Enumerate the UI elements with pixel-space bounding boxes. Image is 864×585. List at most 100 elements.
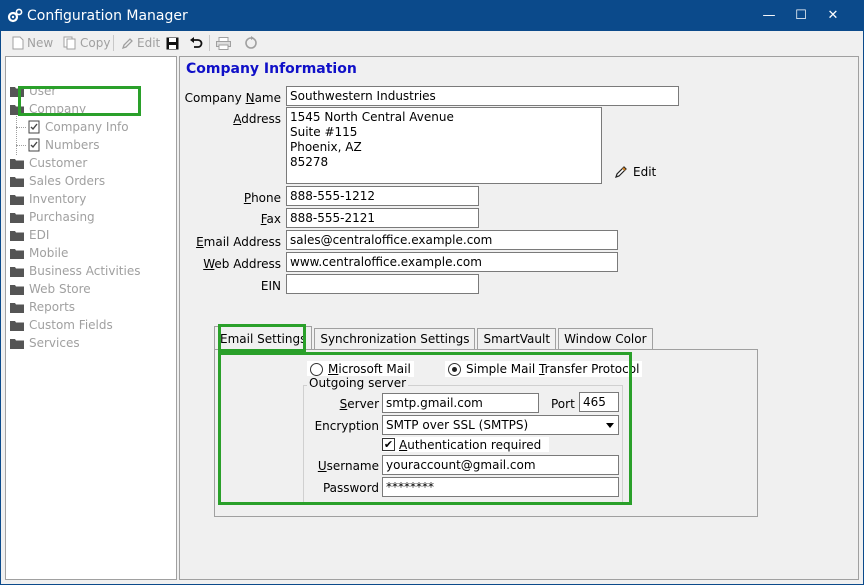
- tree-item-label: Custom Fields: [29, 318, 113, 332]
- edit-button-label: Edit: [137, 36, 161, 50]
- gear-icon: [7, 8, 23, 23]
- folder-icon: [10, 213, 24, 223]
- folder-icon: [10, 267, 24, 277]
- printer-icon: [216, 36, 231, 50]
- folder-icon: [10, 231, 24, 241]
- undo-icon: [190, 36, 203, 48]
- web-address-label: Web Address: [203, 257, 281, 271]
- username-field[interactable]: youraccount@gmail.com: [382, 455, 619, 475]
- tree-item-user[interactable]: User: [10, 82, 56, 100]
- tree-item-label: Company: [29, 102, 87, 116]
- tree-item-label: Purchasing: [29, 210, 95, 224]
- tree-connector: [16, 145, 26, 146]
- tree-connector: [16, 113, 17, 155]
- folder-icon: [10, 87, 24, 97]
- smtp-radio[interactable]: Simple Mail Transfer Protocol: [445, 361, 643, 377]
- toolbar: New Copy Edit: [1, 31, 863, 55]
- edit-button[interactable]: Edit: [121, 33, 160, 53]
- tab-synchronization-settings[interactable]: Synchronization Settings: [314, 328, 476, 350]
- tab-smartvault[interactable]: SmartVault: [477, 328, 557, 350]
- tree-item-label: User: [29, 84, 57, 98]
- email-address-field[interactable]: sales@centraloffice.example.com: [286, 230, 618, 250]
- authentication-required-checkbox[interactable]: ✔ Authentication required: [382, 437, 550, 452]
- tree-item-label: Business Activities: [29, 264, 141, 278]
- tab-window-color[interactable]: Window Color: [558, 328, 653, 350]
- tree-item-business-activities[interactable]: Business Activities: [10, 262, 140, 280]
- toolbar-separator: [209, 35, 210, 51]
- title-bar: Configuration Manager — ☐ ✕: [0, 0, 864, 32]
- folder-icon: [10, 159, 24, 169]
- tree-item-sales-orders[interactable]: Sales Orders: [10, 172, 105, 190]
- tree-item-purchasing[interactable]: Purchasing: [10, 208, 95, 226]
- tree-item-label: Numbers: [45, 138, 100, 152]
- new-button[interactable]: New: [12, 33, 53, 53]
- chevron-down-icon: [606, 423, 614, 428]
- address-line: Phoenix, AZ: [290, 140, 362, 154]
- folder-open-icon: [10, 105, 24, 115]
- minimize-button[interactable]: —: [754, 4, 784, 28]
- tree-item-numbers[interactable]: Numbers: [28, 136, 99, 154]
- email-address-label: Email Address: [196, 235, 281, 249]
- folder-icon: [10, 195, 24, 205]
- ein-field[interactable]: [286, 274, 479, 294]
- client-area: New Copy Edit User Company Company Info …: [1, 31, 863, 584]
- pencil-icon: [121, 37, 133, 49]
- tree-item-inventory[interactable]: Inventory: [10, 190, 86, 208]
- folder-icon: [10, 285, 24, 295]
- tree-item-mobile[interactable]: Mobile: [10, 244, 68, 262]
- tree-item-services[interactable]: Services: [10, 334, 80, 352]
- close-button[interactable]: ✕: [818, 4, 848, 28]
- maximize-button[interactable]: ☐: [786, 4, 816, 28]
- fax-field[interactable]: 888-555-2121: [286, 208, 479, 228]
- port-field[interactable]: 465: [579, 392, 619, 412]
- edit-address-button[interactable]: Edit: [614, 165, 656, 179]
- tree-item-label: Web Store: [29, 282, 91, 296]
- tree-item-web-store[interactable]: Web Store: [10, 280, 91, 298]
- address-label: Address: [233, 112, 281, 126]
- tree-item-label: Reports: [29, 300, 76, 314]
- folder-icon: [10, 249, 24, 259]
- folder-icon: [10, 177, 24, 187]
- company-name-field[interactable]: Southwestern Industries: [286, 86, 679, 106]
- address-field[interactable]: 1545 North Central Avenue Suite #115 Pho…: [286, 107, 602, 184]
- undo-button[interactable]: [189, 33, 203, 53]
- smtp-label: Simple Mail Transfer Protocol: [466, 362, 640, 376]
- toolbar-separator: [113, 35, 114, 51]
- page-title: Company Information: [186, 61, 357, 77]
- tree-item-custom-fields[interactable]: Custom Fields: [10, 316, 113, 334]
- web-address-field[interactable]: www.centraloffice.example.com: [286, 252, 618, 272]
- folder-icon: [10, 339, 24, 349]
- tree-item-edi[interactable]: EDI: [10, 226, 49, 244]
- phone-field[interactable]: 888-555-1212: [286, 186, 479, 206]
- check-icon: ✔: [382, 438, 395, 451]
- tree-item-reports[interactable]: Reports: [10, 298, 75, 316]
- encryption-label: Encryption: [314, 419, 379, 433]
- server-label: Server: [339, 397, 379, 411]
- tree-item-company-info[interactable]: Company Info: [28, 118, 129, 136]
- phone-label: Phone: [243, 191, 281, 205]
- password-field[interactable]: ********: [382, 477, 619, 497]
- username-label: Username: [317, 459, 379, 473]
- company-info-panel: Company Information Company Name Southwe…: [179, 56, 859, 580]
- new-button-label: New: [27, 36, 54, 50]
- edit-address-label: Edit: [633, 165, 657, 179]
- folder-icon: [10, 303, 24, 313]
- print-button[interactable]: [216, 33, 231, 53]
- tree-item-customer[interactable]: Customer: [10, 154, 87, 172]
- refresh-button[interactable]: [244, 33, 258, 53]
- ein-label: EIN: [260, 279, 281, 293]
- new-document-icon: [12, 36, 24, 50]
- email-settings-panel: Microsoft Mail Simple Mail Transfer Prot…: [214, 349, 758, 517]
- server-field[interactable]: smtp.gmail.com: [382, 393, 539, 413]
- tab-email-settings[interactable]: Email Settings: [214, 326, 313, 350]
- copy-button[interactable]: Copy: [63, 33, 110, 53]
- authentication-required-label: Authentication required: [399, 437, 542, 452]
- document-icon: [28, 138, 40, 152]
- microsoft-mail-radio[interactable]: Microsoft Mail: [307, 361, 414, 377]
- save-icon: [166, 37, 179, 49]
- encryption-select[interactable]: SMTP over SSL (SMTPS): [382, 415, 619, 435]
- encryption-value: SMTP over SSL (SMTPS): [386, 418, 529, 432]
- save-button[interactable]: [166, 33, 179, 53]
- outgoing-server-title: Outgoing server: [307, 376, 409, 390]
- tree-item-company[interactable]: Company: [10, 100, 86, 118]
